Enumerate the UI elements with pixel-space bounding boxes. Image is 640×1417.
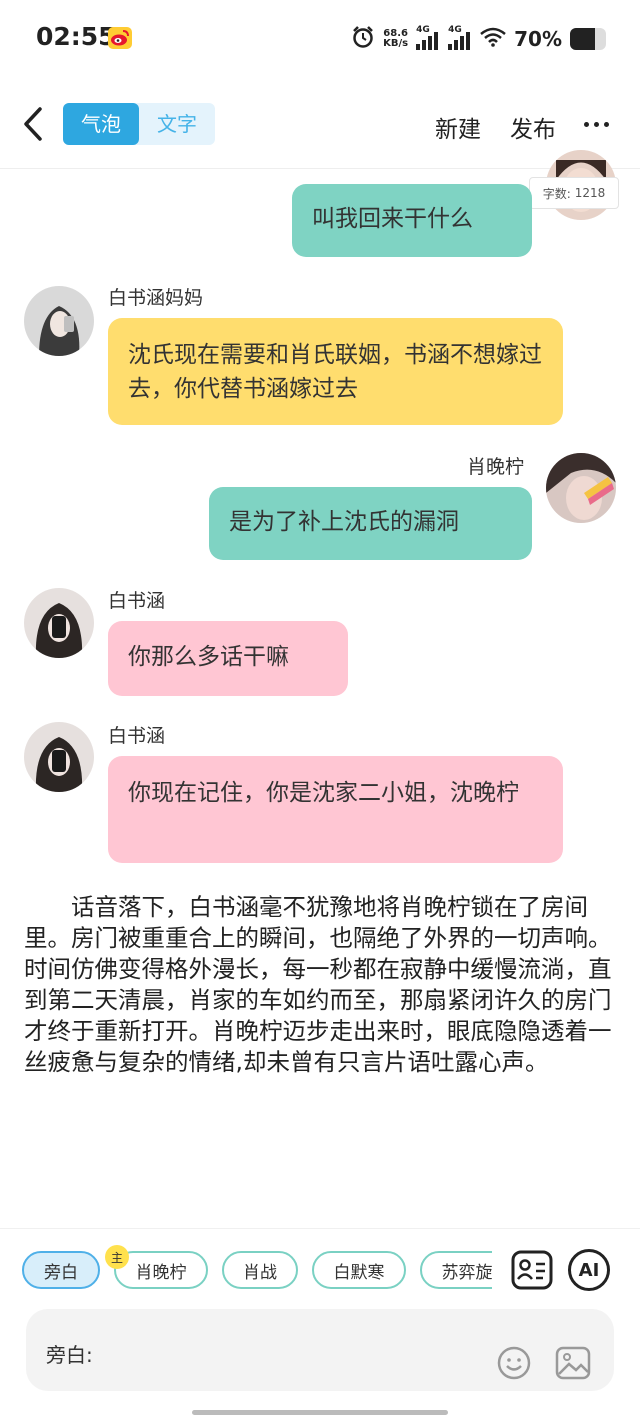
word-count-badge: 字数: 1218 [529,177,619,209]
status-time: 02:55 [36,22,116,51]
message-bubble[interactable]: 叫我回来干什么 [292,184,532,257]
net-speed: 68.6 KB/s [383,29,408,49]
new-button[interactable]: 新建 [435,110,481,144]
input-label: 旁白: [46,1343,93,1367]
signal-icon: 4G [448,25,472,50]
message-bubble[interactable]: 是为了补上沈氏的漏洞 [209,487,532,560]
main-character-badge: 主 [105,1245,129,1269]
message-bubble[interactable]: 沈氏现在需要和肖氏联姻，书涵不想嫁过去，你代替书涵嫁过去 [108,318,563,425]
net-speed-unit: KB/s [383,38,409,49]
avatar[interactable] [24,588,94,658]
weibo-icon [108,27,132,49]
message-bubble[interactable]: 你现在记住，你是沈家二小姐，沈晚柠 [108,756,563,863]
avatar[interactable] [24,722,94,792]
mode-switch: 气泡 文字 [63,103,215,145]
emoji-button[interactable] [496,1345,532,1381]
word-count-label: 字数: [542,186,571,201]
status-icons: 68.6 KB/s 4G 4G 70% [351,24,606,54]
back-arrow-icon [24,107,42,141]
character-chip[interactable]: 苏弈旋 [420,1251,492,1289]
bottom-toolbar: 主 旁白 肖晚柠 肖战 白默寒 苏弈旋 AI 旁白: [0,1228,640,1417]
more-dot [594,121,599,127]
speaker-name: 肖晚柠 [467,456,525,478]
signal-icon: 4G [416,25,440,50]
more-dot [604,121,609,127]
message-bubble[interactable]: 你那么多话干嘛 [108,621,348,696]
status-bar: 02:55 68.6 KB/s 4G 4G 70% [0,0,640,78]
signal-label: 4G [448,25,462,35]
ai-button[interactable]: AI [568,1249,610,1291]
contact-card-icon [511,1250,553,1290]
tab-bubble[interactable]: 气泡 [63,103,139,145]
image-button[interactable] [554,1345,592,1381]
home-indicator [192,1410,448,1415]
image-icon [555,1346,591,1380]
avatar[interactable] [546,453,616,523]
editor-header: 气泡 文字 新建 发布 [0,90,640,164]
speaker-name: 白书涵 [108,590,166,612]
battery-icon [570,28,606,50]
narration-text[interactable]: 话音落下，白书涵毫不犹豫地将肖晚柠锁在了房间里。房门被重重合上的瞬间，也隔绝了外… [24,892,618,1078]
avatar[interactable] [24,286,94,356]
character-chip[interactable]: 肖战 [222,1251,298,1289]
publish-button[interactable]: 发布 [510,110,556,144]
smiley-icon [497,1346,531,1380]
battery-percent: 70% [514,27,562,51]
character-chip[interactable]: 旁白 [22,1251,100,1289]
battery-fill [570,28,596,50]
speaker-name: 白书涵 [108,725,166,747]
signal-label: 4G [416,25,430,35]
message-input[interactable]: 旁白: [26,1309,614,1391]
more-dot [584,121,589,127]
back-button[interactable] [18,104,52,144]
character-chips: 旁白 肖晚柠 肖战 白默寒 苏弈旋 [20,1251,492,1291]
word-count-value: 1218 [574,186,606,200]
wifi-icon [480,27,506,51]
character-card-button[interactable] [510,1249,554,1291]
tab-text[interactable]: 文字 [139,103,215,145]
alarm-icon [351,25,375,53]
more-button[interactable] [584,114,614,134]
speaker-name: 白书涵妈妈 [108,287,204,309]
header-divider [0,168,640,169]
character-chip[interactable]: 白默寒 [312,1251,406,1289]
